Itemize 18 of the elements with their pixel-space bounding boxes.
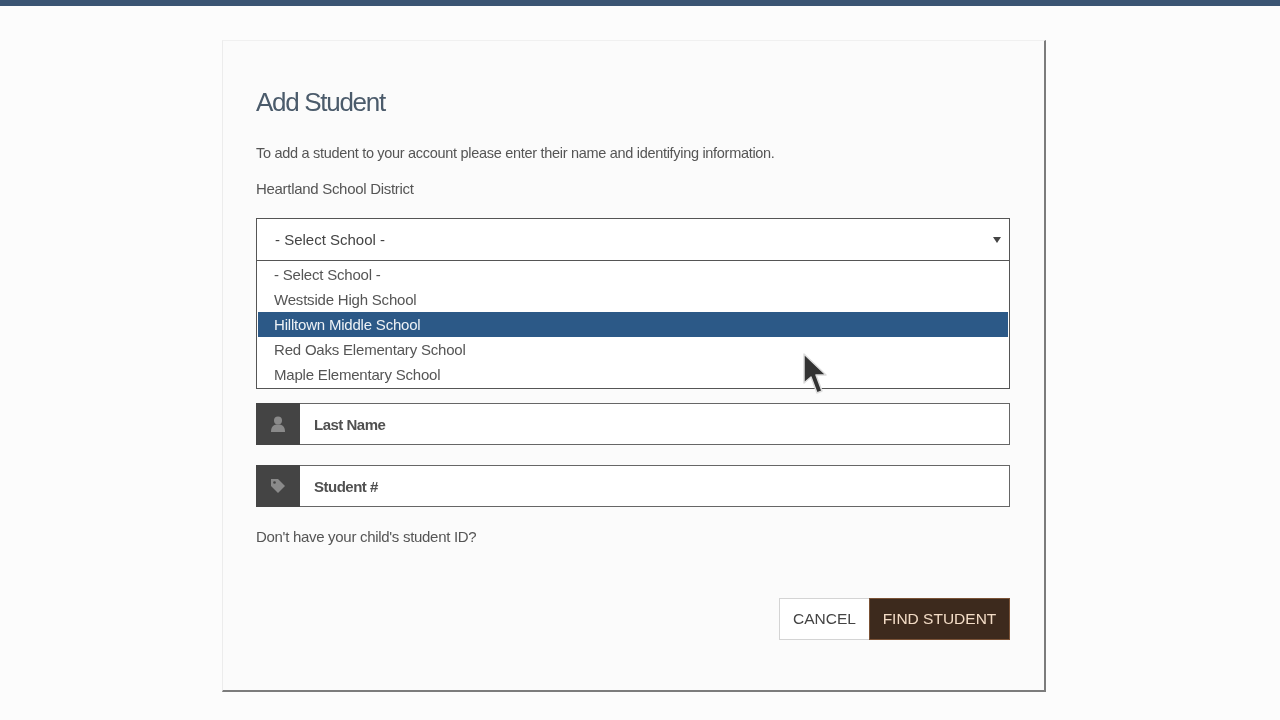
text-field[interactable]: Student # — [300, 465, 1010, 507]
dropdown-option[interactable]: Hilltown Middle School — [258, 312, 1008, 337]
find-student-button[interactable]: FIND STUDENT — [869, 598, 1010, 640]
dialog-title: Add Student — [256, 86, 385, 119]
caret-icon — [993, 236, 1001, 243]
tag-icon — [256, 465, 300, 507]
dropdown-option[interactable]: Maple Elementary School — [258, 362, 1008, 387]
cancel-button[interactable]: CANCEL — [779, 598, 869, 640]
school-select[interactable]: - Select School - — [256, 218, 1010, 261]
text-field[interactable]: Last Name — [300, 403, 1010, 445]
dropdown-option[interactable]: Red Oaks Elementary School — [258, 337, 1008, 362]
help-text: Don't have your child's student ID? — [256, 527, 477, 547]
person-icon — [256, 403, 300, 445]
district-label: Heartland School District — [256, 179, 414, 199]
dropdown-option[interactable]: Westside High School — [258, 287, 1008, 312]
dropdown-option[interactable]: - Select School - — [258, 262, 1008, 287]
cursor-icon — [803, 353, 829, 395]
description-text: To add a student to your account please enter their name and identifying information. — [256, 144, 775, 163]
